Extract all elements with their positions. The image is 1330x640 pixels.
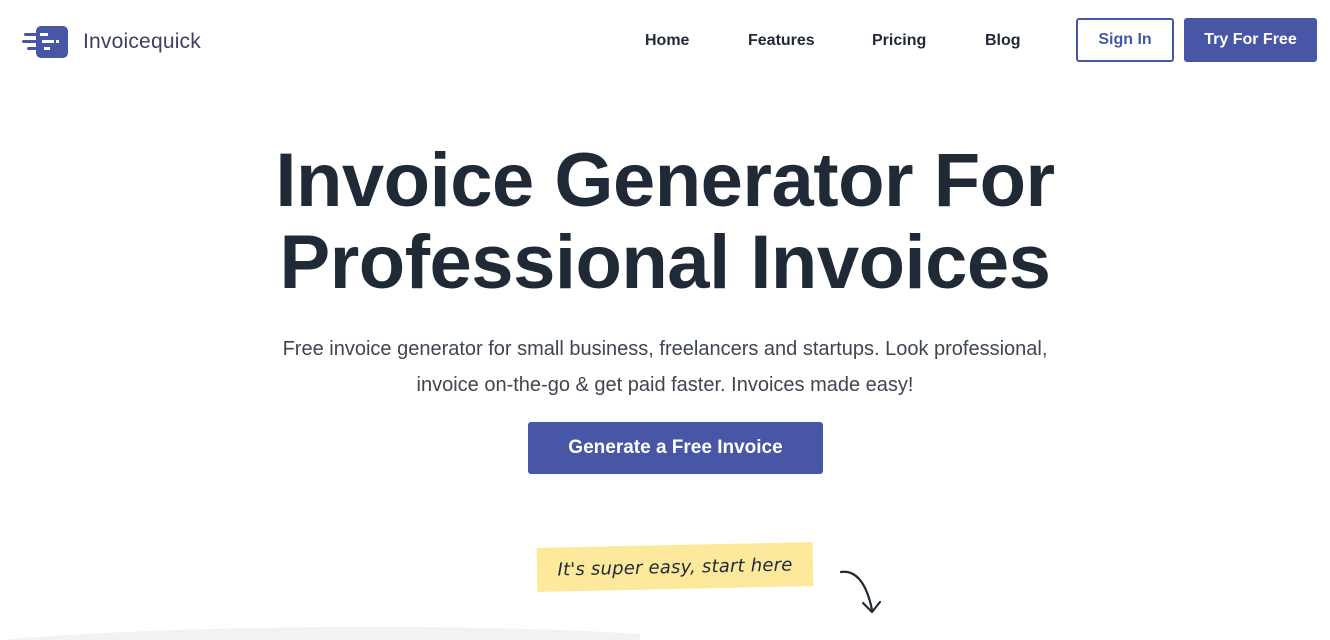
sticky-note: It's super easy, start here: [536, 542, 814, 592]
nav-link-features[interactable]: Features: [748, 32, 815, 50]
title-line-1: Invoice Generator For: [275, 138, 1055, 223]
nav-link-home[interactable]: Home: [645, 32, 689, 50]
bottom-section-edge: [0, 626, 640, 640]
page-title: Invoice Generator For Professional Invoi…: [0, 140, 1330, 304]
subtitle-line-1: Free invoice generator for small busines…: [282, 338, 1048, 360]
hero-subtitle: Free invoice generator for small busines…: [215, 331, 1115, 403]
sign-in-button[interactable]: Sign In: [1076, 18, 1174, 62]
nav-link-pricing[interactable]: Pricing: [872, 32, 926, 50]
sticky-note-text: It's super easy, start here: [557, 554, 793, 580]
subtitle-line-2: invoice on-the-go & get paid faster. Inv…: [416, 374, 914, 396]
nav-link-blog[interactable]: Blog: [985, 32, 1021, 50]
try-for-free-button[interactable]: Try For Free: [1184, 18, 1317, 62]
generate-invoice-button[interactable]: Generate a Free Invoice: [528, 422, 823, 474]
title-line-2: Professional Invoices: [279, 220, 1051, 305]
curved-arrow-down-icon: [839, 570, 882, 614]
